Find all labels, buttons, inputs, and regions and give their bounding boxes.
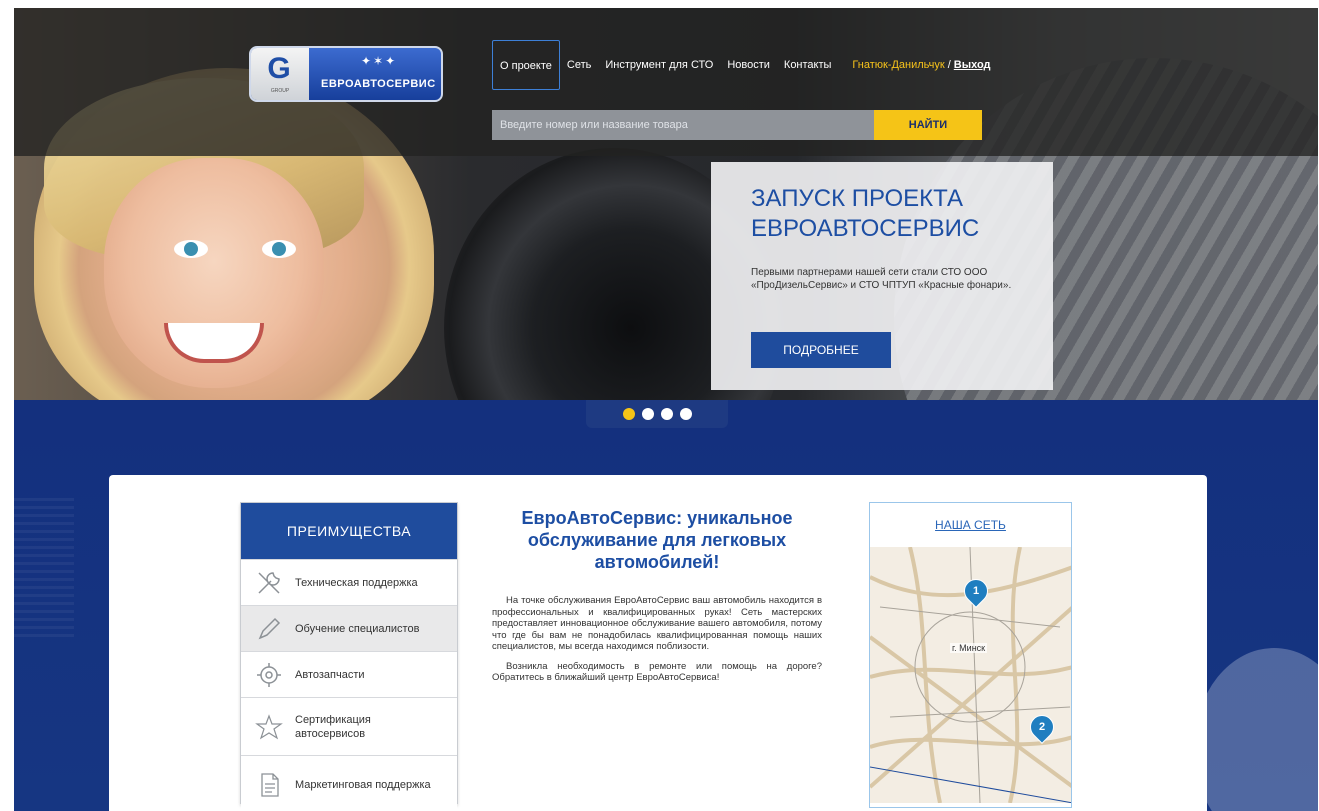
map-pin-label: 2 bbox=[1038, 721, 1046, 733]
logo-caption: GROUP bbox=[270, 88, 290, 94]
advantage-label: Автозапчасти bbox=[295, 668, 365, 681]
advantage-label: Сертификация автосервисов bbox=[295, 713, 371, 740]
brand-name: ЕВРОАВТОСЕРВИС bbox=[321, 78, 436, 90]
content-panel: ПРЕИМУЩЕСТВА Техническая поддержка Обуче… bbox=[109, 475, 1207, 811]
advantage-item-marketing[interactable]: Маркетинговая поддержка bbox=[241, 755, 457, 811]
slider-dot-4[interactable] bbox=[679, 408, 692, 420]
slider-dot-1[interactable] bbox=[622, 408, 635, 420]
promo-card: ЗАПУСК ПРОЕКТА ЕВРОАВТОСЕРВИС Первыми па… bbox=[711, 162, 1053, 390]
woman-eye-right bbox=[262, 240, 296, 258]
about-paragraph-2: Возникла необходимость в ремонте или пом… bbox=[492, 660, 822, 684]
about-title: ЕвроАвтоСервис: уникальное обслуживание … bbox=[521, 508, 793, 572]
woman-eye-left bbox=[174, 240, 208, 258]
logo[interactable]: G GROUP ✦✶✦ ЕВРОАВТОСЕРВИС bbox=[249, 46, 443, 102]
pencil-icon bbox=[255, 615, 283, 643]
advantages-title: ПРЕИМУЩЕСТВА bbox=[241, 503, 457, 559]
decorative-stripes bbox=[14, 498, 74, 638]
map-pin-label: 1 bbox=[972, 585, 980, 597]
advantages-panel: ПРЕИМУЩЕСТВА Техническая поддержка Обуче… bbox=[240, 502, 458, 811]
document-icon bbox=[255, 771, 283, 799]
nav-separator: / bbox=[947, 59, 951, 71]
advantage-label: Обучение специалистов bbox=[295, 622, 420, 635]
about-paragraph-1: На точке обслуживания ЕвроАвтоСервис ваш… bbox=[492, 595, 822, 652]
advantage-item-support[interactable]: Техническая поддержка bbox=[241, 559, 457, 605]
page: G GROUP ✦✶✦ ЕВРОАВТОСЕРВИС О проекте Сет… bbox=[0, 0, 1319, 811]
slider-dot-2[interactable] bbox=[641, 408, 654, 420]
network-map[interactable]: г. Минск 1 2 bbox=[870, 547, 1071, 803]
advantage-item-certification[interactable]: Сертификация автосервисов bbox=[241, 697, 457, 755]
advantage-item-training[interactable]: Обучение специалистов bbox=[241, 605, 457, 651]
logo-g-letter: G bbox=[267, 52, 291, 85]
star-icon bbox=[255, 713, 283, 741]
map-city-label: г. Минск bbox=[950, 643, 988, 653]
stage: G GROUP ✦✶✦ ЕВРОАВТОСЕРВИС О проекте Сет… bbox=[14, 8, 1318, 811]
advantage-label: Техническая поддержка bbox=[295, 576, 418, 589]
user-name-link[interactable]: Гнатюк-Данильчук bbox=[838, 59, 944, 71]
network-panel: НАША СЕТЬ г. Минск 1 2 bbox=[869, 502, 1072, 808]
nav-item-news[interactable]: Новости bbox=[720, 40, 777, 90]
wrench-icon bbox=[255, 569, 283, 597]
nav-item-network[interactable]: Сеть bbox=[560, 40, 598, 90]
main-nav: О проекте Сеть Инструмент для СТО Новост… bbox=[492, 40, 991, 90]
logo-g-box: G GROUP bbox=[251, 48, 309, 100]
gear-icon bbox=[255, 661, 283, 689]
logout-link[interactable]: Выход bbox=[954, 59, 991, 71]
advantage-label: Маркетинговая поддержка bbox=[295, 778, 431, 791]
network-header: НАША СЕТЬ bbox=[870, 503, 1071, 547]
promo-text: Первыми партнерами нашей сети стали СТО … bbox=[751, 267, 1012, 291]
header: G GROUP ✦✶✦ ЕВРОАВТОСЕРВИС О проекте Сет… bbox=[14, 8, 1318, 156]
nav-item-about[interactable]: О проекте bbox=[492, 40, 560, 90]
promo-more-button[interactable]: ПОДРОБНЕЕ bbox=[751, 332, 891, 368]
about-section: ЕвроАвтоСервис: уникальное обслуживание … bbox=[492, 507, 837, 684]
network-title-link[interactable]: НАША СЕТЬ bbox=[935, 518, 1006, 532]
nav-item-contacts[interactable]: Контакты bbox=[777, 40, 839, 90]
decorative-circle bbox=[1194, 648, 1318, 811]
advantage-item-parts[interactable]: Автозапчасти bbox=[241, 651, 457, 697]
promo-title: ЗАПУСК ПРОЕКТА ЕВРОАВТОСЕРВИС bbox=[751, 185, 980, 242]
stars-icon: ✦✶✦ bbox=[361, 54, 398, 68]
slider-dots bbox=[586, 400, 728, 428]
search-input[interactable] bbox=[492, 110, 874, 140]
nav-item-tools[interactable]: Инструмент для СТО bbox=[598, 40, 720, 90]
slider-dot-3[interactable] bbox=[660, 408, 673, 420]
search-button[interactable]: НАЙТИ bbox=[874, 110, 982, 140]
